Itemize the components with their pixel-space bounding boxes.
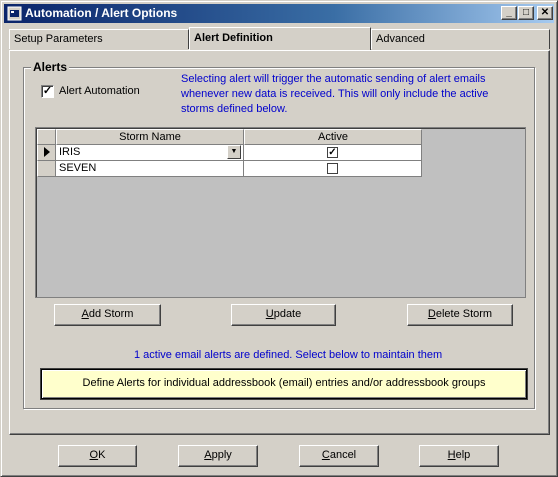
tab-advanced[interactable]: Advanced xyxy=(371,29,550,49)
accelerator: U xyxy=(265,308,274,320)
alerts-group-label: Alerts xyxy=(31,60,70,74)
accelerator: D xyxy=(427,308,436,320)
current-row-arrow-icon xyxy=(44,147,50,157)
app-icon xyxy=(7,6,22,21)
storm-name: IRIS xyxy=(59,146,81,158)
title-bar[interactable]: Automation / Alert Options _ □ ✕ xyxy=(4,4,554,23)
storm-name: SEVEN xyxy=(59,162,97,174)
alerts-status-text: 1 active email alerts are defined. Selec… xyxy=(134,349,443,361)
tab-label: Advanced xyxy=(376,33,425,45)
tab-label: Alert Definition xyxy=(194,32,273,44)
row-selector-current[interactable] xyxy=(37,145,56,161)
accelerator: H xyxy=(447,449,456,461)
tab-alert-definition[interactable]: Alert Definition xyxy=(189,27,371,50)
define-alerts-button[interactable]: Define Alerts for individual addressbook… xyxy=(41,369,527,399)
info-text-line-3: storms defined below. xyxy=(181,103,288,115)
window-title: Automation / Alert Options xyxy=(25,6,178,20)
button-label: K xyxy=(98,449,106,461)
storm-dropdown-arrow-icon[interactable]: ▼ xyxy=(227,145,241,159)
update-button[interactable]: Update xyxy=(231,304,336,326)
info-text-line-1: Selecting alert will trigger the automat… xyxy=(181,73,486,85)
ok-button[interactable]: OK xyxy=(58,445,137,467)
active-checkbox-seven[interactable] xyxy=(327,163,338,174)
maximize-icon[interactable]: □ xyxy=(518,6,534,20)
accelerator: C xyxy=(321,449,330,461)
alert-automation-checkbox[interactable]: ✓ xyxy=(41,85,54,98)
grid-corner xyxy=(37,129,56,145)
storm-name-cell[interactable]: IRIS ▼ xyxy=(56,145,244,161)
accelerator: A xyxy=(81,308,89,320)
row-selector[interactable] xyxy=(37,161,56,177)
close-icon[interactable]: ✕ xyxy=(537,6,553,20)
add-storm-button[interactable]: Add Storm xyxy=(54,304,161,326)
automation-alert-options-window: Automation / Alert Options _ □ ✕ Setup P… xyxy=(0,0,558,477)
storm-grid[interactable]: Storm Name Active IRIS ▼ ✓ SEVEN xyxy=(35,127,526,298)
active-checkbox-iris[interactable]: ✓ xyxy=(327,147,338,158)
column-header-active[interactable]: Active xyxy=(244,129,422,145)
tab-label: Setup Parameters xyxy=(14,33,103,45)
active-cell[interactable]: ✓ xyxy=(244,145,422,161)
minimize-icon[interactable]: _ xyxy=(501,6,517,20)
tab-setup-parameters[interactable]: Setup Parameters xyxy=(9,29,189,49)
delete-storm-button[interactable]: Delete Storm xyxy=(407,304,513,326)
cancel-button[interactable]: Cancel xyxy=(299,445,379,467)
button-label: pdate xyxy=(273,308,302,320)
active-cell[interactable] xyxy=(244,161,422,177)
button-label: ancel xyxy=(329,449,357,461)
alert-automation-label: Alert Automation xyxy=(59,85,140,97)
info-text-line-2: whenever new data is received. This will… xyxy=(181,88,489,100)
button-label: dd Storm xyxy=(88,308,134,320)
help-button[interactable]: Help xyxy=(419,445,499,467)
column-header-storm-name[interactable]: Storm Name xyxy=(56,129,244,145)
storm-name-cell[interactable]: SEVEN xyxy=(56,161,244,177)
button-label: pply xyxy=(211,449,232,461)
button-label: elete Storm xyxy=(435,308,493,320)
accelerator: A xyxy=(204,449,212,461)
accelerator: O xyxy=(89,449,99,461)
apply-button[interactable]: Apply xyxy=(178,445,258,467)
button-label: elp xyxy=(455,449,471,461)
